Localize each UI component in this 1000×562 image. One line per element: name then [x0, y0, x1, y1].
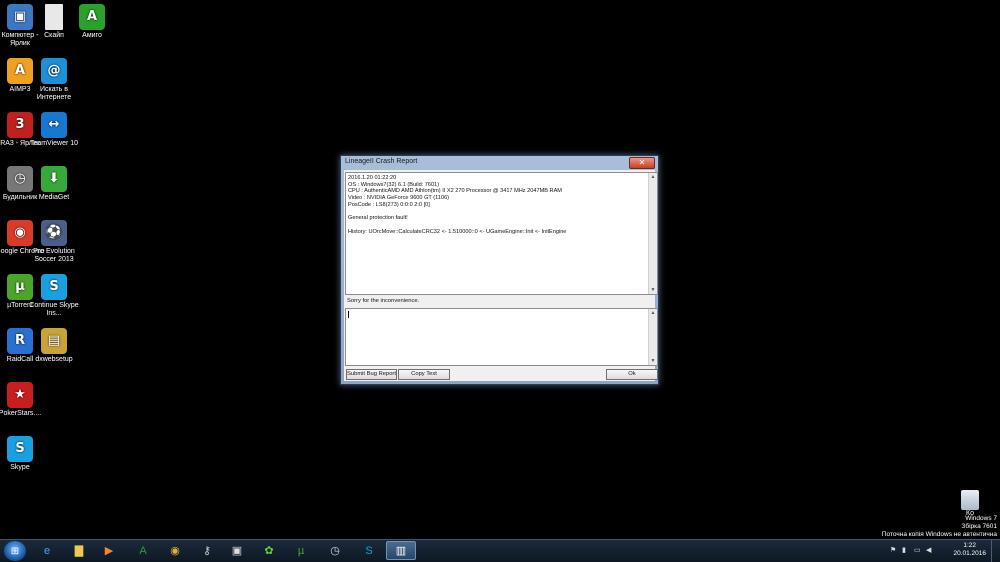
submit-bug-report-button[interactable]: Submit Bug Report: [346, 369, 397, 380]
desktop-shortcut-label: Continue Skype Ins...: [29, 302, 79, 317]
amigo-icon: A: [79, 4, 105, 30]
pokerstars-icon: ★: [7, 382, 33, 408]
teamviewer-icon: ↔: [41, 112, 67, 138]
report-line: OS : Windows7(32) 6.1 (Build: 7601): [348, 181, 440, 188]
clock-time: 1:22: [963, 542, 977, 549]
desktop-shortcut[interactable]: @ Искать в Интернете: [28, 58, 80, 102]
media-player-icon: ▶: [104, 545, 114, 557]
report-scrollbar[interactable]: ▲ ▼: [648, 173, 657, 294]
explorer-folder-icon: ▇: [74, 545, 84, 557]
comment-scroll-up-icon[interactable]: ▲: [649, 309, 657, 317]
lineage-running-icon: ▥: [395, 545, 407, 557]
report-line: [348, 222, 647, 229]
scroll-up-icon[interactable]: ▲: [649, 173, 657, 181]
desktop-shortcut-label: Pro Evolution Soccer 2013: [33, 248, 75, 263]
taskbar-button[interactable]: ▶: [94, 541, 124, 560]
system-tray: ⚑ ▮ ▭ ◀ 1:22 20.01.2016: [880, 540, 1000, 562]
show-desktop-button[interactable]: [991, 540, 1000, 562]
window-app-icon: ▣: [231, 545, 243, 557]
mail-at-icon: @: [41, 58, 67, 84]
ie-icon: e: [43, 544, 51, 557]
taskbar-button[interactable]: ◷: [320, 541, 350, 560]
tray-flag-icon[interactable]: ⚑: [890, 546, 896, 554]
tray-battery-icon[interactable]: ▭: [914, 546, 921, 554]
taskbar-button[interactable]: A: [128, 541, 158, 560]
report-line: CPU : AuthenticAMD AMD Athlon(tm) II X2 …: [348, 188, 562, 195]
report-line: PosCode : LS8(273) 0:0:0 2:0 [0]: [348, 201, 430, 208]
report-line: Video : NVIDIA GeForce 9600 GT (1106): [348, 195, 450, 202]
report-line: [348, 209, 647, 216]
close-button[interactable]: ✕: [629, 157, 655, 169]
desktop-shortcut-label: Амиго: [82, 32, 102, 39]
crash-report-window: LineageII Crash Report ✕ 2016.1.20 01:22…: [340, 155, 659, 385]
watermark-not-genuine: Поточна копія Windows не автентична: [881, 531, 997, 538]
taskbar-button[interactable]: e: [32, 541, 62, 560]
desktop-shortcut-label: MediaGet: [38, 194, 70, 201]
desktop-shortcut[interactable]: ▤ dxwebsetup: [28, 328, 80, 364]
taskbar-button[interactable]: S: [354, 541, 384, 560]
tray-volume-icon[interactable]: ◀: [926, 546, 931, 554]
desktop-shortcut[interactable]: ⬇ MediaGet: [28, 166, 80, 202]
desktop-shortcut[interactable]: S Continue Skype Ins...: [28, 274, 80, 318]
apology-text: Sorry for the inconvenience.: [347, 298, 420, 304]
user-comment-field[interactable]: ▲ ▼: [345, 308, 658, 366]
tray-network-icon[interactable]: ▮: [902, 546, 906, 554]
close-icon: ✕: [638, 158, 646, 167]
report-line: 2016.1.20 01:22:20: [348, 175, 397, 181]
blank-file-icon: [45, 4, 63, 30]
crash-report-text[interactable]: 2016.1.20 01:22:20 OS : Windows7(32) 6.1 …: [345, 172, 658, 295]
comment-scroll-down-icon[interactable]: ▼: [649, 357, 657, 365]
desktop-shortcut[interactable]: S Skype: [0, 436, 46, 472]
recycle-bin[interactable]: Ко: [957, 490, 983, 517]
clock-app-icon: ◷: [330, 545, 340, 557]
desktop-shortcut[interactable]: ⚽ Pro Evolution Soccer 2013: [28, 220, 80, 264]
taskbar-button[interactable]: µ: [286, 541, 316, 560]
report-line: General protection fault!: [348, 215, 408, 222]
desktop-shortcut-label: PokerStars....: [0, 410, 42, 417]
dxwebsetup-icon: ▤: [41, 328, 67, 354]
taskbar-clock[interactable]: 1:22 20.01.2016: [953, 542, 986, 558]
icq-icon: ✿: [264, 545, 274, 557]
keys-icon: ⚷: [202, 545, 212, 557]
taskbar-button[interactable]: ⚷: [192, 541, 222, 560]
text-caret: [348, 311, 349, 318]
desktop-shortcut[interactable]: ↔ TeamViewer 10: [28, 112, 80, 148]
pes-icon: ⚽: [41, 220, 67, 246]
skype-taskbar-icon: S: [365, 544, 373, 557]
comment-scrollbar[interactable]: ▲ ▼: [648, 309, 657, 365]
taskbar-button[interactable]: ◉: [160, 541, 190, 560]
start-button[interactable]: ⊞: [4, 541, 26, 561]
desktop-shortcut[interactable]: A Амиго: [66, 4, 118, 40]
watermark-os: Windows 7: [965, 515, 997, 522]
recycle-bin-icon: [961, 490, 979, 510]
window-title: LineageII Crash Report: [345, 158, 418, 165]
report-lines: 2016.1.20 01:22:20 OS : Windows7(32) 6.1 …: [348, 175, 647, 235]
copy-text-button[interactable]: Copy Text: [398, 369, 450, 380]
taskbar-button[interactable]: ▣: [222, 541, 252, 560]
watermark-build: Збірка 7601: [961, 523, 997, 530]
utorrent-taskbar-icon: µ: [297, 544, 305, 557]
desktop-shortcut-label: TeamViewer 10: [29, 140, 79, 147]
taskbar-button[interactable]: ▇: [64, 541, 94, 560]
window-client: 2016.1.20 01:22:20 OS : Windows7(32) 6.1 …: [344, 170, 658, 381]
skype-icon: S: [7, 436, 33, 462]
taskbar-button[interactable]: ▥: [386, 541, 416, 560]
amigo-taskbar-icon: A: [139, 544, 147, 557]
desktop-shortcut-label: Искать в Интернете: [36, 86, 72, 101]
windows-logo-icon: ⊞: [10, 545, 20, 557]
skype-installer-icon: S: [41, 274, 67, 300]
desktop-shortcut[interactable]: ★ PokerStars....: [0, 382, 46, 418]
report-line: History: UOrcMove::CalculateCRC32 <- 1.5…: [348, 228, 567, 235]
mediaget-icon: ⬇: [41, 166, 67, 192]
scroll-down-icon[interactable]: ▼: [649, 286, 657, 294]
desktop-shortcut-label: Skype: [10, 464, 30, 471]
window-titlebar[interactable]: LineageII Crash Report ✕: [341, 156, 658, 170]
taskbar-button[interactable]: ✿: [254, 541, 284, 560]
desktop-shortcut-label: dxwebsetup: [35, 356, 73, 363]
ok-button[interactable]: Ok: [606, 369, 658, 380]
clock-date: 20.01.2016: [953, 550, 986, 557]
chrome-taskbar-icon: ◉: [170, 545, 180, 557]
taskbar: ⊞ e ▇ ▶ A ◉ ⚷ ▣ ✿ µ ◷ S ▥ ⚑ ▮ ▭ ◀ 1:22 20.01.2016: [0, 539, 1000, 562]
activation-watermark: Windows 7 Збірка 7601 Поточна копія Wind…: [882, 515, 997, 539]
